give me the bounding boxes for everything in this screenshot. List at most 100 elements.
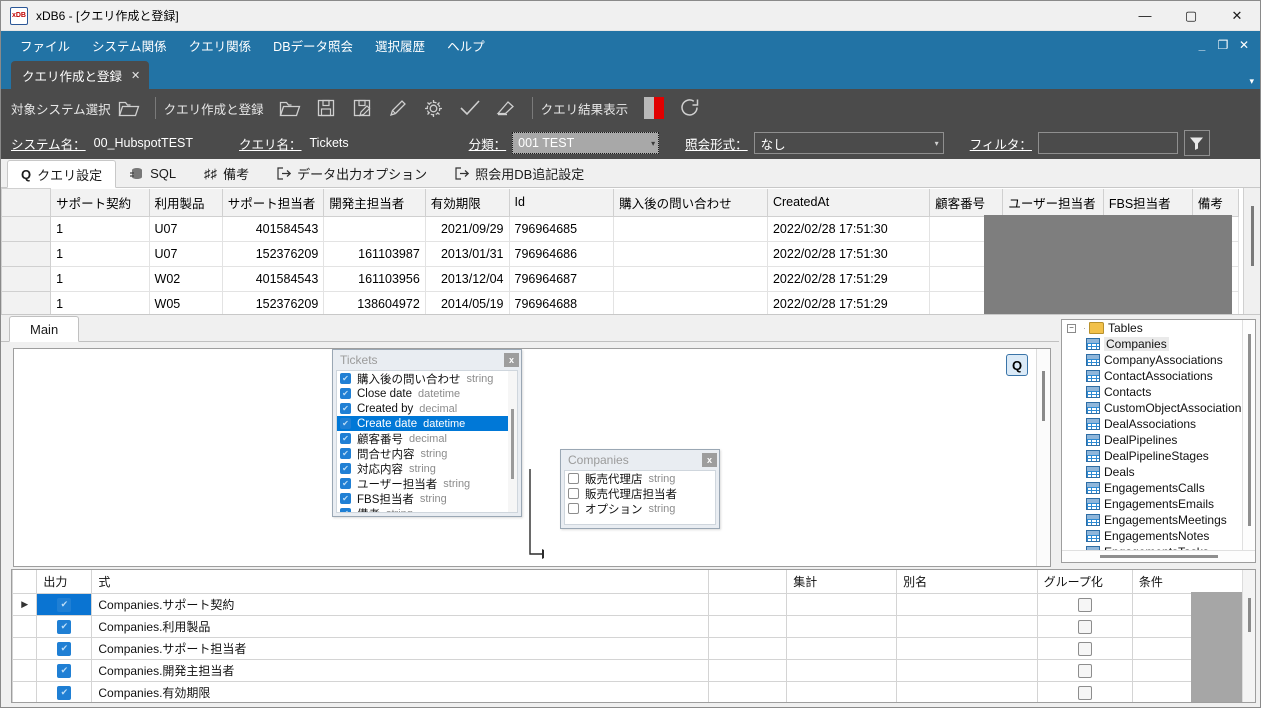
gear-icon[interactable] — [417, 92, 451, 124]
cell-support-rep[interactable]: 401584543 — [221, 215, 325, 242]
cell-expiry[interactable]: 2013/01/31 — [424, 240, 510, 267]
expr-alias[interactable] — [896, 659, 1038, 682]
scrollbar-thumb[interactable] — [1247, 598, 1251, 632]
menu-item-help[interactable]: ヘルプ — [436, 32, 496, 59]
field-row[interactable]: ✔ 対応内容 string — [337, 461, 517, 476]
tables-tree[interactable]: − · Tables Companies CompanyAssociations… — [1061, 319, 1256, 563]
mdi-tab-query-create[interactable]: クエリ作成と登録 ✕ — [11, 61, 150, 89]
close-icon[interactable]: ✕ — [1214, 1, 1260, 31]
eraser-icon[interactable] — [489, 92, 523, 124]
tree-item-contacts[interactable]: Contacts — [1062, 384, 1255, 400]
col-header-user-rep[interactable]: ユーザー担当者 — [1002, 188, 1104, 217]
expr-blank[interactable] — [708, 681, 788, 702]
groupby-cell[interactable] — [1036, 659, 1133, 682]
col-header-remarks[interactable]: 備考 — [1191, 188, 1240, 217]
row-selector[interactable] — [1, 215, 52, 242]
expr-alias[interactable] — [896, 593, 1038, 616]
field-checkbox[interactable]: ✔ — [340, 493, 351, 504]
cell-support-contract[interactable]: 1 — [50, 240, 150, 267]
cell-support-rep[interactable]: 401584543 — [221, 265, 325, 292]
expr-blank[interactable] — [708, 615, 788, 638]
tab-close-icon[interactable]: ✕ — [131, 69, 140, 82]
close-icon[interactable]: x — [702, 453, 717, 467]
field-checkbox[interactable] — [568, 488, 579, 499]
field-row[interactable]: ✔ 問合せ内容 string — [337, 446, 517, 461]
expr-row[interactable]: ✔ Companies.開発主担当者 — [12, 659, 1255, 682]
format-combobox[interactable]: なし ▾ — [753, 132, 944, 154]
output-checkbox[interactable]: ✔ — [57, 663, 72, 678]
col-header-rowsel[interactable] — [1, 188, 52, 217]
field-checkbox[interactable]: ✔ — [340, 388, 351, 399]
collapse-icon[interactable]: − — [1067, 323, 1076, 333]
field-row[interactable]: 販売代理店担当者 — [565, 486, 715, 501]
row-selector[interactable] — [1, 265, 52, 292]
tree-item-engagementsnotes[interactable]: EngagementsNotes — [1062, 528, 1255, 544]
expr-alias[interactable] — [896, 615, 1038, 638]
tree-item-engagementsmeetings[interactable]: EngagementsMeetings — [1062, 512, 1255, 528]
groupby-cell[interactable] — [1036, 681, 1133, 702]
row-marker[interactable] — [12, 659, 38, 682]
scrollbar-thumb[interactable] — [511, 409, 514, 479]
field-checkbox[interactable] — [568, 473, 579, 484]
designer-canvas[interactable]: Tickets x ✔ 購入後の問い合わせ string ✔ Close date da… — [13, 348, 1051, 567]
tree-item-contactassociations[interactable]: ContactAssociations — [1062, 368, 1255, 384]
col-header-createdat[interactable]: CreatedAt — [766, 188, 931, 217]
cell-product[interactable]: U07 — [148, 215, 223, 242]
check-icon[interactable] — [453, 92, 487, 124]
cell-product[interactable]: W02 — [148, 265, 223, 292]
tree-horizontal-scrollbar[interactable] — [1062, 550, 1255, 562]
menu-item-query[interactable]: クエリ関係 — [178, 32, 263, 59]
field-row[interactable]: ✔ 顧客番号 decimal — [337, 431, 517, 446]
field-list-scrollbar[interactable] — [508, 371, 517, 512]
col-header-post-purchase-inquiry[interactable]: 購入後の問い合わせ — [613, 188, 768, 217]
field-checkbox[interactable]: ✔ — [340, 463, 351, 474]
col-header-product[interactable]: 利用製品 — [148, 188, 223, 217]
menu-item-dbdata[interactable]: DBデータ照会 — [262, 32, 364, 59]
field-row[interactable]: ✔ ユーザー担当者 string — [337, 476, 517, 491]
expr-agg[interactable] — [786, 615, 898, 638]
field-row[interactable]: オプション string — [565, 501, 715, 516]
open-query-icon[interactable] — [273, 92, 307, 124]
col-header-fbs-rep[interactable]: FBS担当者 — [1102, 188, 1193, 217]
menu-item-file[interactable]: ファイル — [9, 32, 81, 59]
tree-item-dealpipelinestages[interactable]: DealPipelineStages — [1062, 448, 1255, 464]
field-row[interactable]: ✔ Created by decimal — [337, 401, 517, 416]
cell-createdat[interactable]: 2022/02/28 17:51:30 — [766, 240, 931, 267]
expr-col-output[interactable]: 出力 — [36, 570, 93, 594]
output-checkbox-cell[interactable]: ✔ — [36, 615, 93, 638]
cell-createdat[interactable]: 2022/02/28 17:51:29 — [766, 265, 931, 292]
field-row[interactable]: 販売代理店 string — [565, 471, 715, 486]
cell-support-contract[interactable]: 1 — [50, 215, 150, 242]
scrollbar-thumb[interactable] — [1247, 334, 1251, 526]
cell-expiry[interactable]: 2021/09/29 — [424, 215, 510, 242]
expr-blank[interactable] — [708, 659, 788, 682]
row-marker[interactable]: ▶ — [12, 593, 38, 616]
expr-value[interactable]: Companies.有効期限 — [91, 681, 710, 702]
output-checkbox[interactable]: ✔ — [57, 641, 72, 656]
cell-dev-lead[interactable]: 138604972 — [323, 290, 426, 314]
expr-agg[interactable] — [786, 637, 898, 660]
tree-vertical-scrollbar[interactable] — [1242, 320, 1255, 550]
cell-dev-lead[interactable] — [323, 215, 426, 242]
pencil-icon[interactable] — [381, 92, 415, 124]
cell-support-rep[interactable]: 152376209 — [221, 290, 325, 314]
tree-item-customobjectassociation[interactable]: CustomObjectAssociation — [1062, 400, 1255, 416]
row-marker[interactable] — [12, 637, 38, 660]
row-marker[interactable] — [12, 615, 38, 638]
groupby-cell[interactable] — [1036, 593, 1133, 616]
col-header-id[interactable]: Id — [508, 188, 615, 217]
close-icon[interactable]: x — [504, 353, 519, 367]
canvas-vertical-scrollbar[interactable] — [1036, 349, 1050, 566]
maximize-icon[interactable]: ▢ — [1168, 1, 1214, 31]
category-combobox[interactable]: 001 TEST ▾ — [512, 132, 660, 154]
output-checkbox[interactable]: ✔ — [57, 685, 72, 700]
cell-post-purchase[interactable] — [613, 240, 768, 267]
table-box-header-tickets[interactable]: Tickets x — [333, 350, 521, 370]
row-selector[interactable] — [1, 290, 52, 314]
designer-table-companies[interactable]: Companies x 販売代理店 string 販売代理店担当者 オプション st… — [560, 449, 720, 529]
expr-agg[interactable] — [786, 659, 898, 682]
output-checkbox-cell[interactable]: ✔ — [36, 659, 93, 682]
cell-expiry[interactable]: 2013/12/04 — [424, 265, 510, 292]
cell-post-purchase[interactable] — [613, 265, 768, 292]
open-folder-icon[interactable] — [112, 92, 146, 124]
